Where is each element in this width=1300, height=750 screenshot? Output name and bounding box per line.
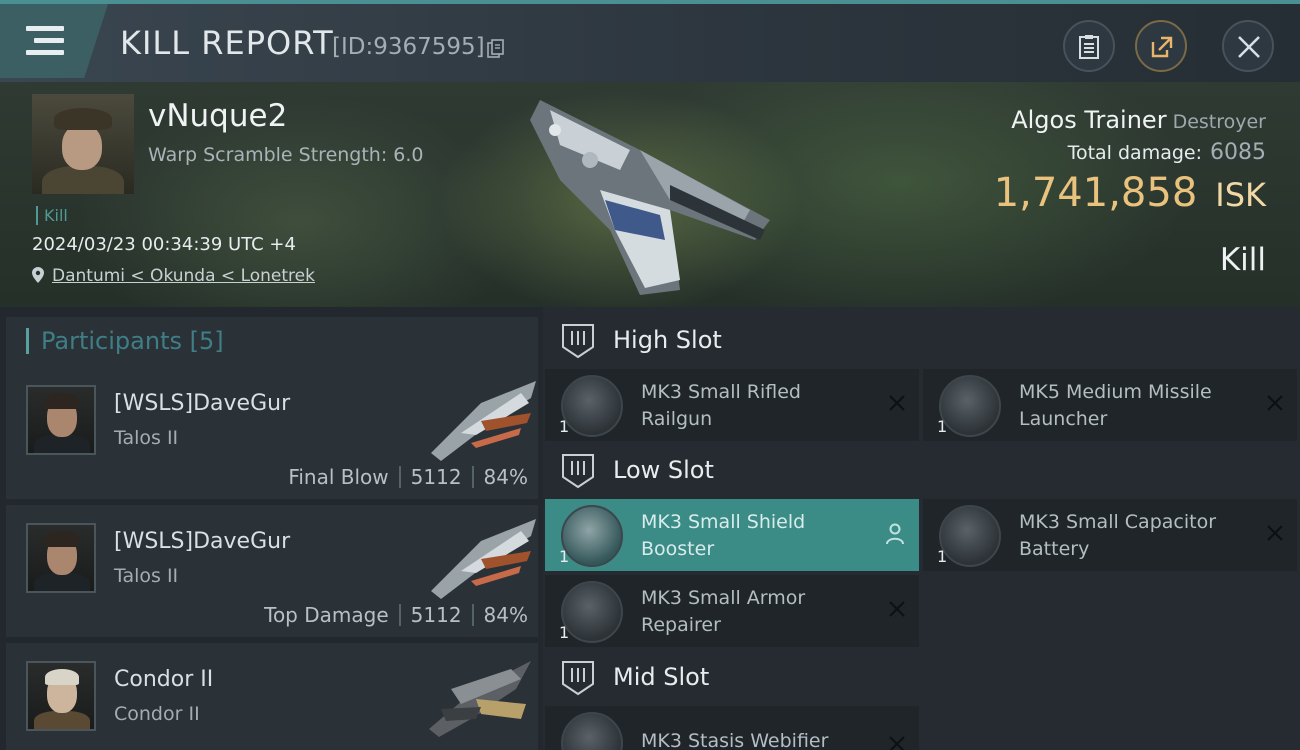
avatar[interactable] xyxy=(26,385,96,455)
kill-location[interactable]: Dantumi < Okunda < Lonetrek xyxy=(32,266,315,286)
participant-stats: Final Blow 5112 84% xyxy=(288,465,528,489)
participant-ship: Talos II xyxy=(114,565,179,587)
victim-name[interactable]: vNuque2 xyxy=(148,98,287,134)
participant-percent: 84% xyxy=(483,603,528,627)
mid-slot-title: Mid Slot xyxy=(613,663,710,691)
remove-icon[interactable] xyxy=(887,393,907,413)
module-name: MK3 Small Capacitor Battery xyxy=(1019,511,1217,560)
isk-unit: ISK xyxy=(1215,176,1266,214)
missile-launcher-icon xyxy=(939,375,1001,437)
participant-role: Final Blow xyxy=(288,465,389,489)
share-button[interactable] xyxy=(1135,20,1187,72)
menu-button[interactable] xyxy=(0,4,108,78)
warp-scramble-strength: Warp Scramble Strength: 6.0 xyxy=(148,144,424,166)
slot-icon xyxy=(562,661,594,696)
kill-tag: Kill xyxy=(36,206,68,225)
capacitor-battery-icon xyxy=(939,505,1001,567)
close-icon xyxy=(1238,36,1260,58)
share-icon xyxy=(1151,36,1173,58)
participant-card[interactable]: [WSLS]DaveGur Talos II Top Damage 5112 84% xyxy=(6,505,538,637)
slot-icon xyxy=(562,454,594,489)
total-damage: Total damage: 6085 xyxy=(1068,140,1266,165)
module-name: MK3 Small Shield Booster xyxy=(641,511,806,560)
module-item[interactable]: 1 MK5 Medium Missile Launcher xyxy=(923,369,1297,441)
participant-ship: Talos II xyxy=(114,427,179,449)
module-name: MK3 Stasis Webifier xyxy=(641,730,829,750)
module-item[interactable]: 1 MK3 Small Capacitor Battery xyxy=(923,499,1297,571)
isk-loss: 1,741,858 ISK xyxy=(994,170,1266,216)
isk-value: 1,741,858 xyxy=(993,170,1198,216)
participant-percent: 84% xyxy=(483,465,528,489)
location-link[interactable]: Dantumi < Okunda < Lonetrek xyxy=(52,266,315,286)
victim-ship-name: Algos Trainer xyxy=(1011,106,1167,134)
module-name: MK3 Small Armor Repairer xyxy=(641,587,806,636)
remove-icon[interactable] xyxy=(887,599,907,619)
participant-ship-image[interactable] xyxy=(421,373,541,463)
module-quantity: 1 xyxy=(559,623,570,642)
avatar[interactable] xyxy=(26,661,96,731)
header-bar: KILL REPORT [ID:9367595] xyxy=(0,0,1300,82)
victim-ship-class: Destroyer xyxy=(1172,111,1266,133)
participant-name: [WSLS]DaveGur xyxy=(114,391,291,416)
module-quantity: 1 xyxy=(937,417,948,436)
module-item[interactable]: 1 MK3 Small Shield Booster xyxy=(545,499,919,571)
kill-banner: vNuque2 Warp Scramble Strength: 6.0 Kill… xyxy=(0,82,1300,307)
participant-name: [WSLS]DaveGur xyxy=(114,529,291,554)
stasis-webifier-icon xyxy=(561,712,623,750)
report-button[interactable] xyxy=(1063,20,1115,72)
participant-ship-image[interactable] xyxy=(421,649,541,739)
location-pin-icon xyxy=(32,267,44,283)
participant-role: Top Damage xyxy=(264,603,389,627)
participant-ship-image[interactable] xyxy=(421,511,541,601)
kill-type-label: Kill xyxy=(1219,242,1266,278)
module-item[interactable]: MK3 Stasis Webifier xyxy=(545,706,919,750)
participant-ship: Condor II xyxy=(114,703,200,725)
victim-portrait[interactable] xyxy=(32,94,134,194)
participant-name: Condor II xyxy=(114,667,214,692)
high-slot-title: High Slot xyxy=(613,326,722,354)
module-quantity: 1 xyxy=(559,547,570,566)
participants-panel: Participants [5] [WSLS]DaveGur Talos II … xyxy=(0,307,543,750)
slot-icon xyxy=(562,324,594,359)
shield-booster-icon xyxy=(561,505,623,567)
total-damage-label: Total damage: xyxy=(1067,142,1202,164)
armor-repairer-icon xyxy=(561,581,623,643)
remove-icon[interactable] xyxy=(1265,523,1285,543)
kill-timestamp: 2024/03/23 00:34:39 UTC +4 xyxy=(32,234,296,255)
module-item[interactable]: 1 MK3 Small Armor Repairer xyxy=(545,575,919,647)
participant-card[interactable]: Condor II Condor II xyxy=(6,643,538,750)
participants-title: Participants [5] xyxy=(26,328,224,354)
close-button[interactable] xyxy=(1222,20,1274,72)
avatar[interactable] xyxy=(26,523,96,593)
clipboard-icon xyxy=(1079,35,1099,59)
remove-icon[interactable] xyxy=(887,734,907,750)
participant-card[interactable]: [WSLS]DaveGur Talos II Final Blow 5112 84% xyxy=(6,367,538,499)
module-name: MK5 Medium Missile Launcher xyxy=(1019,381,1212,430)
fitting-panel: High Slot 1 MK3 Small Rifled Railgun 1 M… xyxy=(543,307,1300,750)
high-slot-header: High Slot xyxy=(543,311,1300,371)
victim-ship[interactable]: Algos Trainer Destroyer xyxy=(1011,106,1266,134)
kill-id: [ID:9367595] xyxy=(332,34,485,60)
railgun-icon xyxy=(561,375,623,437)
module-item[interactable]: 1 MK3 Small Rifled Railgun xyxy=(545,369,919,441)
copy-icon[interactable] xyxy=(487,39,505,59)
menu-icon xyxy=(26,26,64,56)
module-quantity: 1 xyxy=(559,417,570,436)
remove-icon[interactable] xyxy=(1265,393,1285,413)
module-quantity: 1 xyxy=(937,547,948,566)
user-icon[interactable] xyxy=(885,523,905,545)
participant-stats: Top Damage 5112 84% xyxy=(264,603,528,627)
low-slot-header: Low Slot xyxy=(543,441,1300,501)
total-damage-value: 6085 xyxy=(1210,140,1266,165)
victim-ship-image[interactable] xyxy=(520,90,790,300)
mid-slot-header: Mid Slot xyxy=(543,648,1300,708)
page-title: KILL REPORT xyxy=(120,24,334,62)
participant-damage: 5112 xyxy=(410,465,462,489)
participant-damage: 5112 xyxy=(410,603,462,627)
participants-header: Participants [5] xyxy=(6,317,538,369)
module-name: MK3 Small Rifled Railgun xyxy=(641,381,801,430)
low-slot-title: Low Slot xyxy=(613,456,714,484)
